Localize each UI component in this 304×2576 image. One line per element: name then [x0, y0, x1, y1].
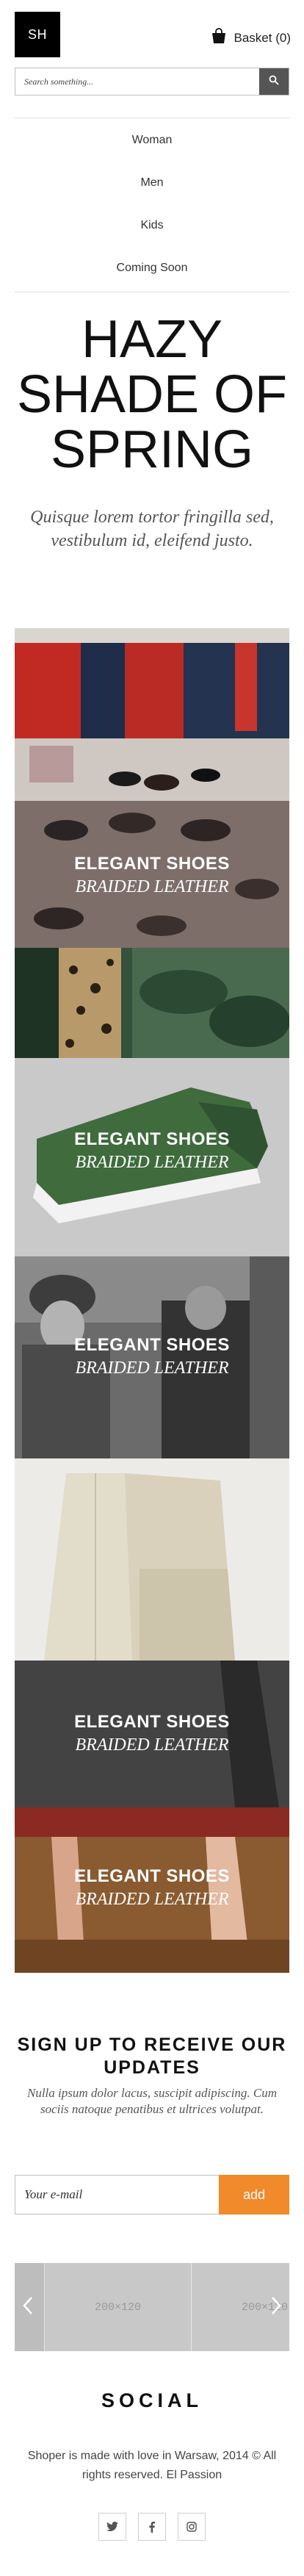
facebook-icon[interactable] — [138, 2513, 166, 2541]
carousel-slide[interactable]: 200×120 — [44, 2263, 191, 2351]
twitter-icon[interactable] — [98, 2513, 126, 2541]
brand-carousel: 200×120 200×120 — [15, 2263, 289, 2351]
carousel-next-button[interactable] — [263, 2263, 289, 2351]
signup-text: Nulla ipsum dolor lacus, suscipit adipis… — [26, 2086, 278, 2116]
search-bar — [15, 68, 289, 96]
carousel-prev-button[interactable] — [15, 2263, 41, 2351]
search-input[interactable] — [15, 68, 259, 95]
basket-link[interactable]: Basket (0) — [209, 28, 291, 48]
social-links — [0, 2513, 304, 2541]
promo-caption: ELEGANT SHOES BRAIDED LEATHER — [74, 854, 230, 896]
add-button[interactable]: add — [219, 2175, 289, 2215]
footer-text: Shoper is made with love in Warsaw, 2014… — [27, 2450, 277, 2481]
promo-tile-2[interactable]: ELEGANT SHOES BRAIDED LEATHER — [15, 1058, 289, 1256]
promo-caption: ELEGANT SHOES BRAIDED LEATHER — [74, 1129, 230, 1172]
promo-tile-3[interactable]: ELEGANT SHOES BRAIDED LEATHER — [15, 1256, 289, 1458]
promo-caption: ELEGANT SHOES BRAIDED LEATHER — [74, 1712, 230, 1755]
search-icon — [269, 75, 279, 89]
nav-item-coming-soon[interactable]: Coming Soon — [15, 247, 289, 289]
nav-item-men[interactable]: Men — [15, 162, 289, 204]
hero-title: HAZY SHADE OF SPRING — [16, 310, 288, 479]
promo-caption: ELEGANT SHOES BRAIDED LEATHER — [74, 1866, 230, 1909]
promo-caption: ELEGANT SHOES BRAIDED LEATHER — [74, 1335, 230, 1378]
instagram-icon[interactable] — [178, 2513, 206, 2541]
hero-subtitle: Quisque lorem tortor fringilla sed, vest… — [30, 508, 274, 550]
promo-tile-1[interactable]: ELEGANT SHOES BRAIDED LEATHER — [15, 801, 289, 948]
chevron-left-icon — [23, 2296, 33, 2319]
promo-tile-4[interactable]: ELEGANT SHOES BRAIDED LEATHER — [15, 1661, 289, 1807]
email-input[interactable] — [15, 2175, 219, 2215]
nav-item-kids[interactable]: Kids — [15, 204, 289, 247]
social-title: SOCIAL — [101, 2389, 203, 2411]
product-photo-clothing-rack[interactable] — [15, 628, 289, 801]
main-nav: Woman Men Kids Coming Soon — [15, 119, 289, 289]
product-photo-leopard-print[interactable] — [15, 948, 289, 1058]
signup-title: SIGN UP TO RECEIVE OUR UPDATES — [17, 2034, 287, 2078]
promo-tile-5[interactable]: ELEGANT SHOES BRAIDED LEATHER — [15, 1807, 289, 1973]
site-header: SH Basket (0) — [0, 0, 304, 110]
product-photo-lace-garment[interactable] — [15, 1458, 289, 1661]
chevron-right-icon — [271, 2296, 281, 2319]
logo[interactable]: SH — [15, 12, 60, 57]
basket-label: Basket (0) — [234, 30, 291, 45]
shopping-bag-icon — [209, 28, 228, 48]
search-button[interactable] — [259, 68, 289, 95]
nav-item-woman[interactable]: Woman — [15, 119, 289, 162]
newsletter-form: add — [15, 2175, 289, 2215]
